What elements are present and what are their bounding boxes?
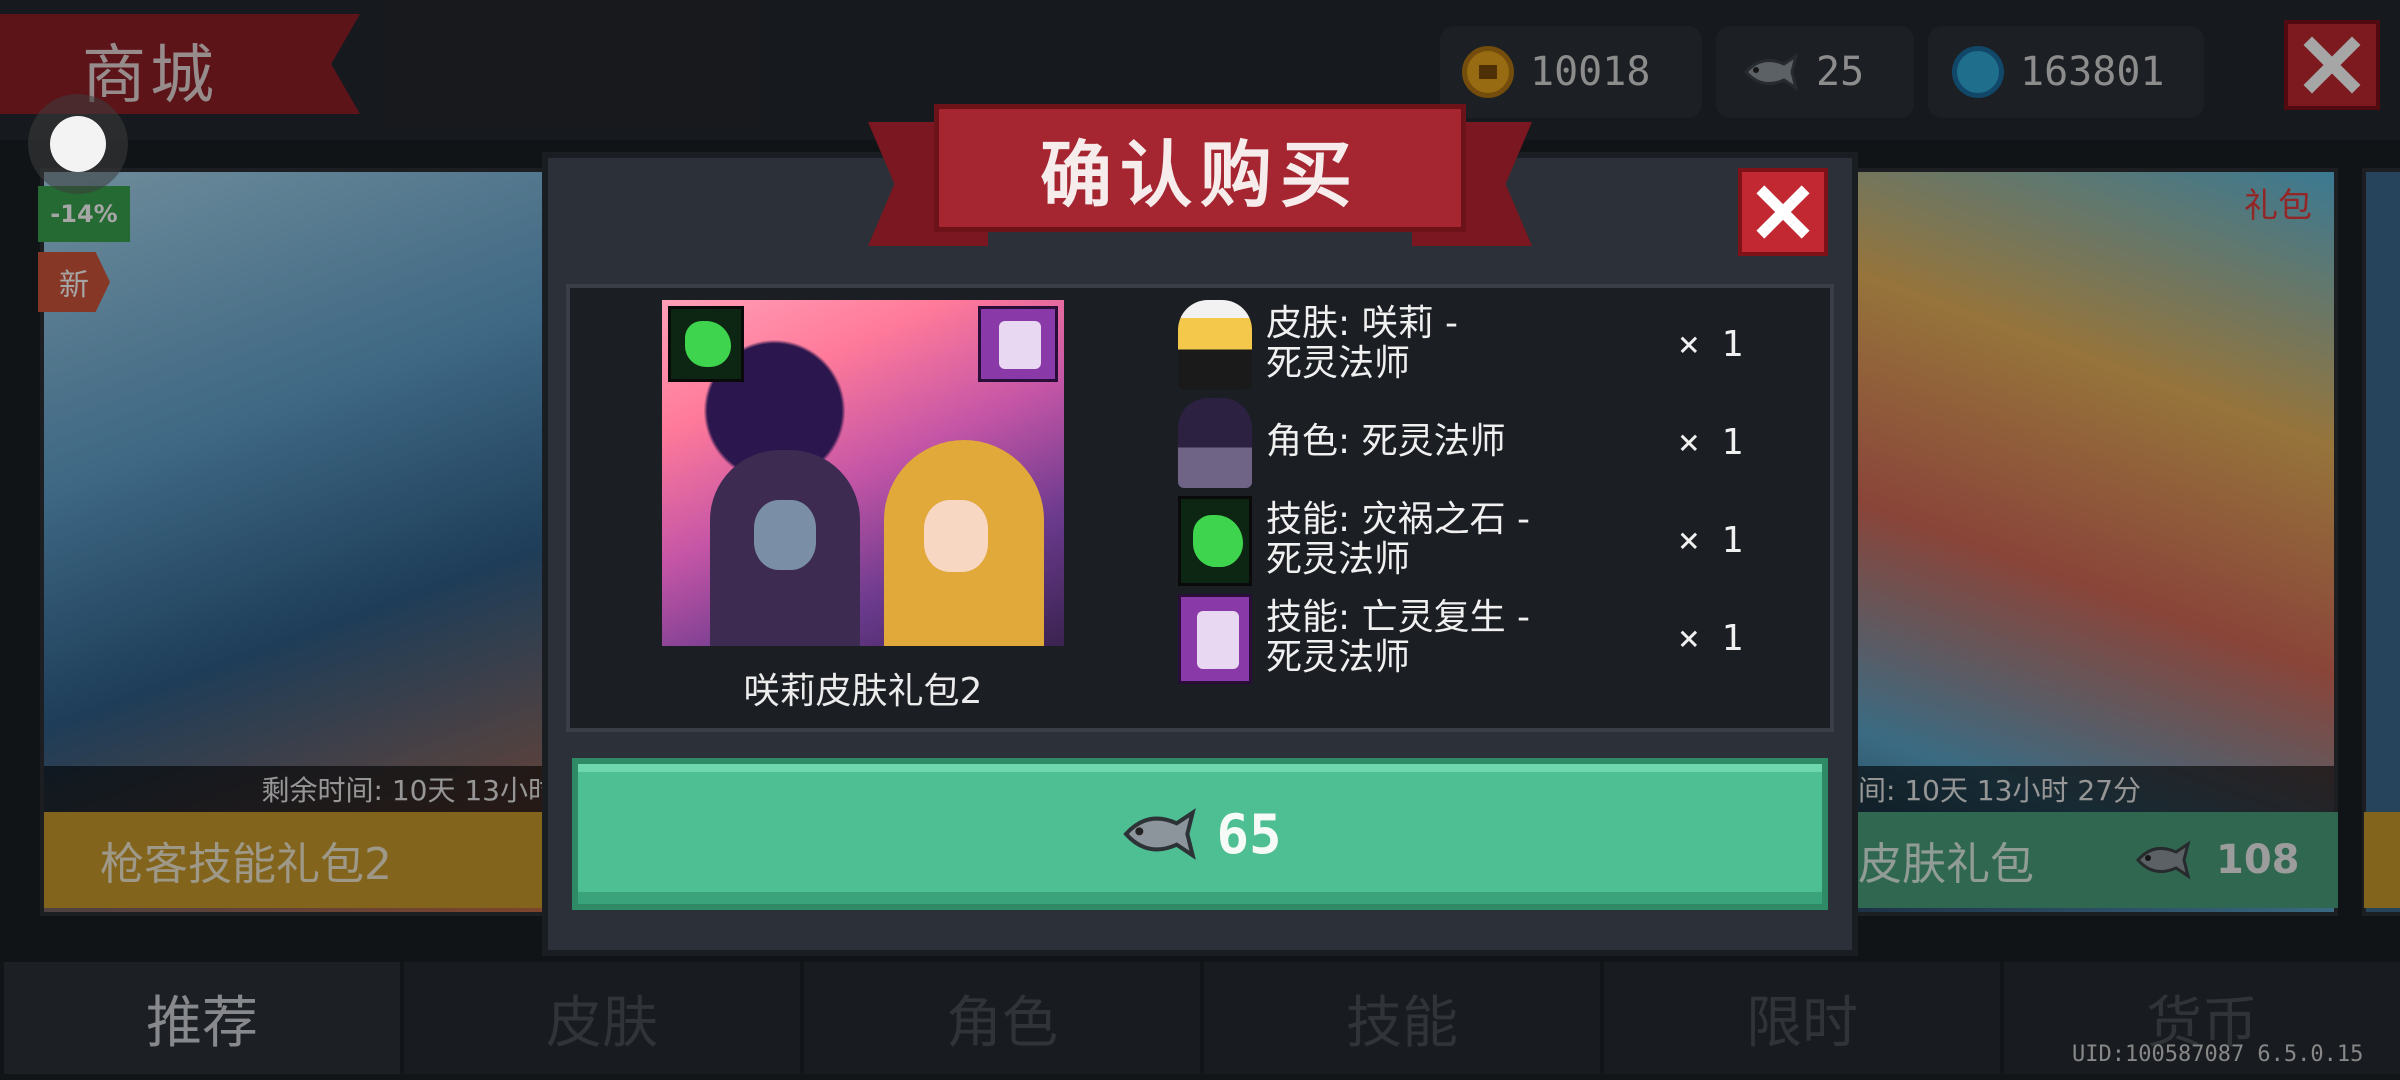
undead-revival-icon	[978, 306, 1058, 382]
undead-revival-icon	[1178, 594, 1252, 684]
pack-name: 咲莉皮肤礼包2	[743, 671, 983, 712]
dialog-title-banner: 确认购买	[934, 104, 1466, 232]
touch-indicator	[50, 116, 106, 172]
pack-artwork	[662, 300, 1064, 646]
pack-item: 技能: 亡灵复生 - 死灵法师 × 1	[1178, 594, 1778, 686]
disaster-stone-icon	[1178, 496, 1252, 586]
pack-item-label: 角色: 死灵法师	[1266, 421, 1506, 462]
close-icon	[1756, 185, 1810, 239]
pack-item-label: 皮肤: 咲莉 - 死灵法师	[1266, 303, 1459, 384]
buy-button[interactable]: 65	[572, 758, 1828, 910]
maid-face	[924, 500, 988, 572]
pack-item-qty: × 1	[1678, 422, 1744, 463]
pack-item-qty: × 1	[1678, 520, 1744, 561]
pack-item: 角色: 死灵法师 × 1	[1178, 398, 1778, 490]
buy-price: 65	[1216, 802, 1282, 866]
fish-icon	[1123, 808, 1197, 860]
pack-item: 皮肤: 咲莉 - 死灵法师 × 1	[1178, 300, 1778, 392]
necromancer-icon	[1178, 398, 1252, 488]
necromancer-face	[754, 500, 816, 570]
pack-item-label: 技能: 亡灵复生 - 死灵法师	[1266, 597, 1531, 678]
disaster-stone-icon	[668, 306, 744, 382]
maid-skin-icon	[1178, 300, 1252, 390]
pack-item: 技能: 灾祸之石 - 死灵法师 × 1	[1178, 496, 1778, 588]
dialog-title: 确认购买	[1039, 132, 1360, 217]
pack-item-label: 技能: 灾祸之石 - 死灵法师	[1266, 499, 1531, 580]
dialog-close-button[interactable]	[1738, 168, 1828, 256]
pack-item-qty: × 1	[1678, 324, 1744, 365]
pack-item-qty: × 1	[1678, 618, 1744, 659]
